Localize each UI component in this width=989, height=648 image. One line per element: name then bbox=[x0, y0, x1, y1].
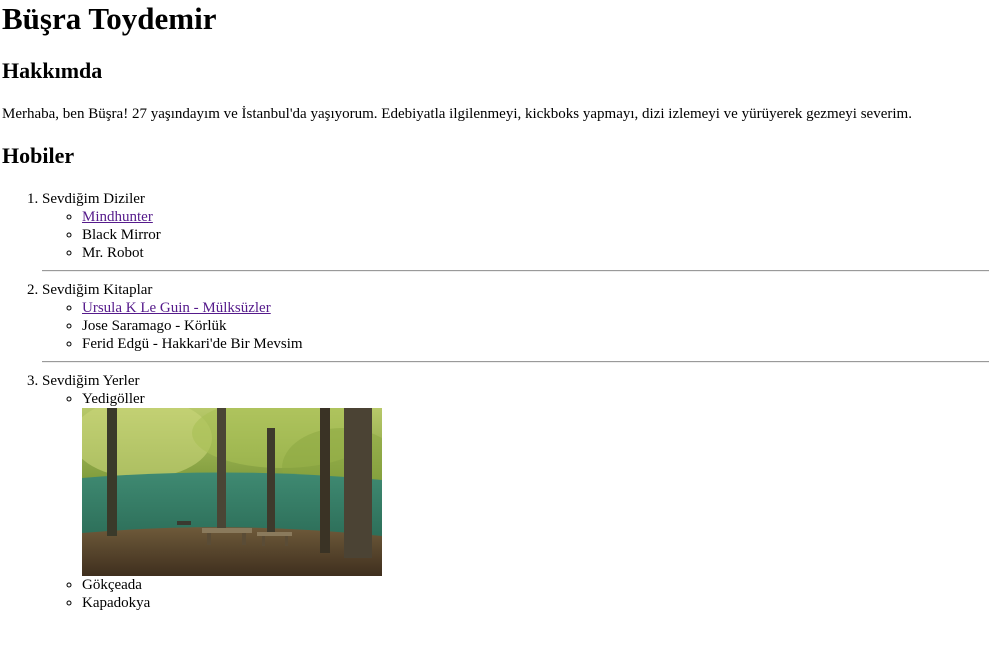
list-item: Yedigöller bbox=[82, 390, 989, 576]
list-item: Ursula K Le Guin - Mülksüzler bbox=[82, 299, 989, 317]
mulksuzler-link[interactable]: Ursula K Le Guin - Mülksüzler bbox=[82, 300, 271, 316]
hobby-places: Sevdiğim Yerler Yedigöller bbox=[42, 372, 989, 612]
about-paragraph: Merhaba, ben Büşra! 27 yaşındayım ve İst… bbox=[2, 106, 912, 122]
hobbies-list: Sevdiğim Diziler Mindhunter Black Mirror… bbox=[42, 190, 989, 612]
list-item: Jose Saramago - Körlük bbox=[82, 317, 989, 335]
list-item: Ferid Edgü - Hakkari'de Bir Mevsim bbox=[82, 335, 989, 353]
about-heading: Hakkımda bbox=[2, 58, 103, 83]
yedigoller-photo bbox=[82, 408, 382, 576]
divider bbox=[42, 270, 989, 272]
places-list: Yedigöller bbox=[42, 390, 989, 612]
hobby-title-series: Sevdiğim Diziler bbox=[42, 191, 145, 207]
hobby-title-places: Sevdiğim Yerler bbox=[42, 373, 140, 389]
list-item: Mr. Robot bbox=[82, 244, 989, 262]
list-item: Kapadokya bbox=[82, 594, 989, 612]
series-list: Mindhunter Black Mirror Mr. Robot bbox=[42, 208, 989, 262]
books-list: Ursula K Le Guin - Mülksüzler Jose Saram… bbox=[42, 299, 989, 353]
divider bbox=[42, 361, 989, 363]
list-item: Black Mirror bbox=[82, 226, 989, 244]
list-item: Mindhunter bbox=[82, 208, 989, 226]
page-title: Büşra Toydemir bbox=[2, 1, 217, 36]
hobby-title-books: Sevdiğim Kitaplar bbox=[42, 282, 153, 298]
mindhunter-link[interactable]: Mindhunter bbox=[82, 209, 153, 225]
list-item: Gökçeada bbox=[82, 576, 989, 594]
hobby-books: Sevdiğim Kitaplar Ursula K Le Guin - Mül… bbox=[42, 281, 989, 363]
place-name: Yedigöller bbox=[82, 391, 145, 407]
hobby-series: Sevdiğim Diziler Mindhunter Black Mirror… bbox=[42, 190, 989, 272]
hobbies-heading: Hobiler bbox=[2, 143, 75, 168]
